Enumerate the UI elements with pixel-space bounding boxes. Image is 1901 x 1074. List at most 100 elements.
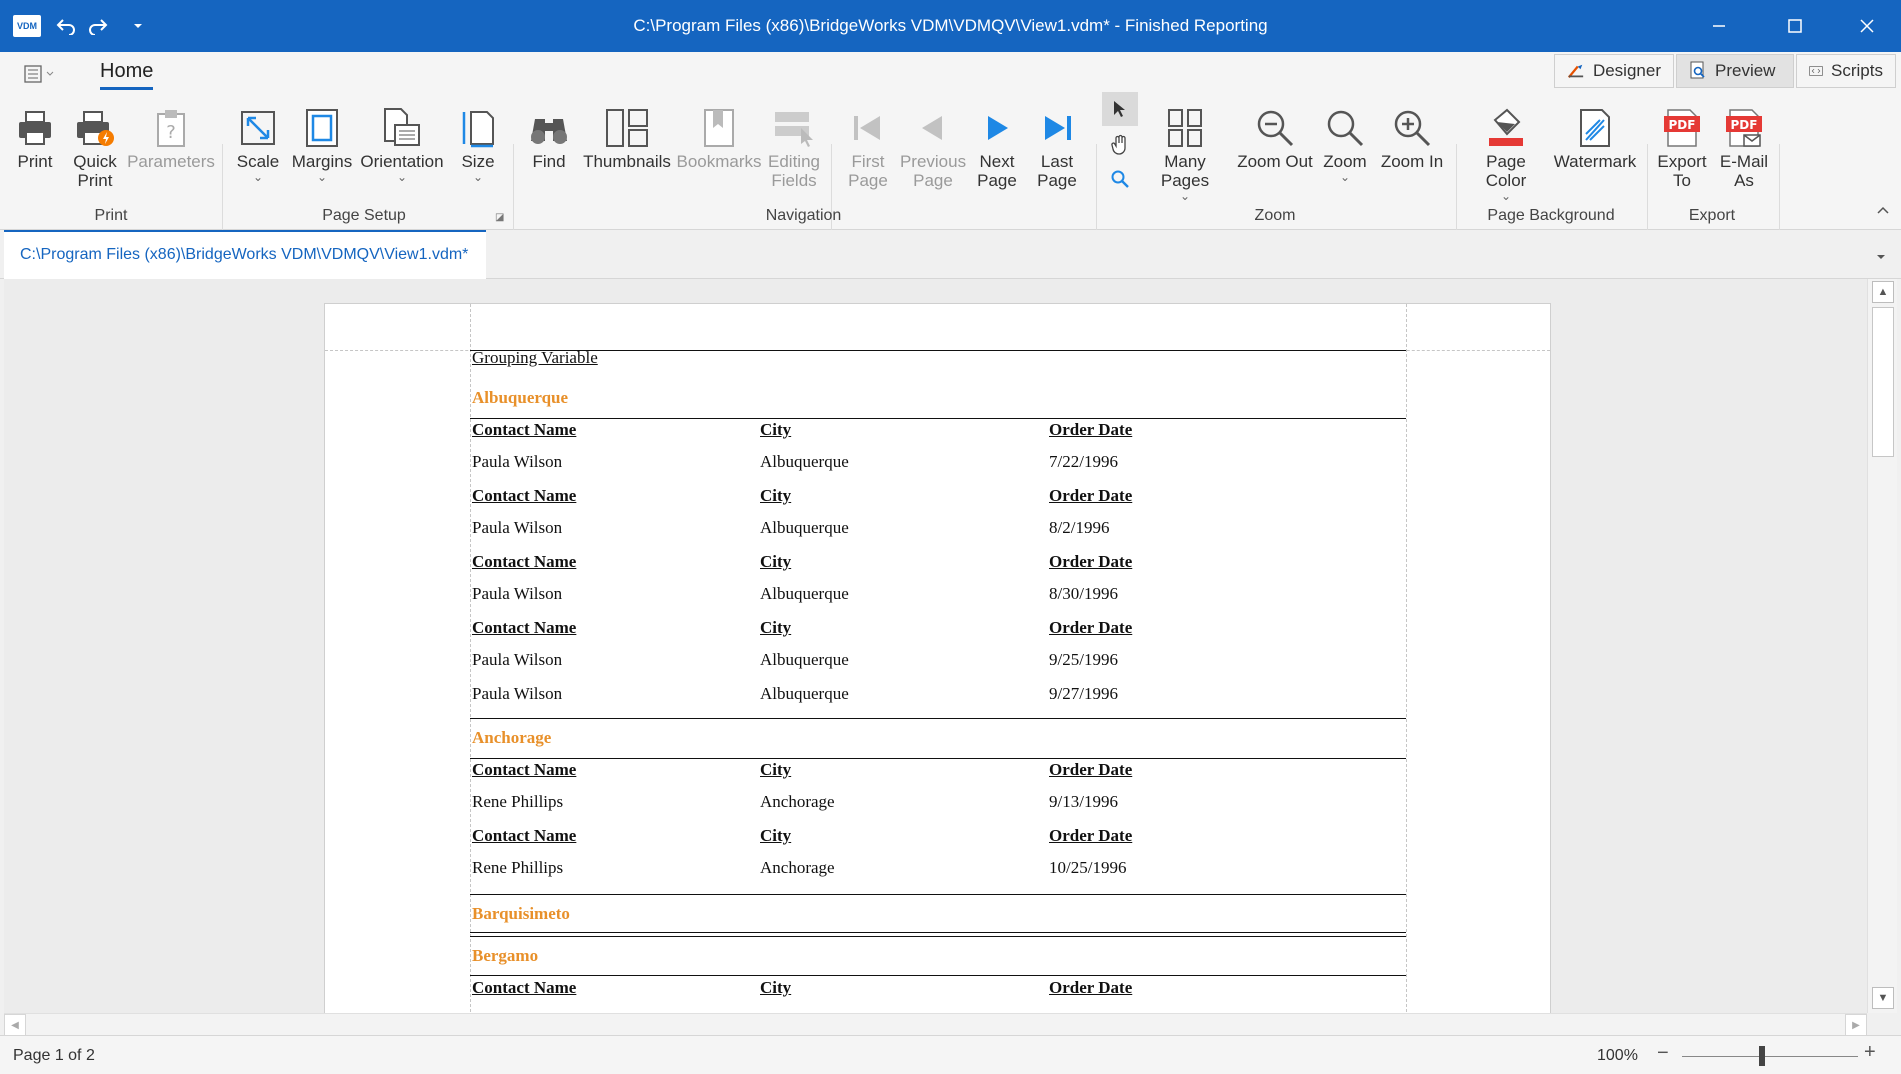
group-heading: Anchorage: [472, 728, 552, 747]
group-label-page-background: Page Background: [1487, 207, 1615, 224]
email-as-button[interactable]: PDF E-Mail As: [1716, 104, 1772, 190]
column-header-contact: Contact Name: [472, 420, 577, 439]
column-header-date: Order Date: [1049, 760, 1133, 779]
zoom-out-button[interactable]: Zoom Out: [1236, 104, 1314, 171]
parameters-button[interactable]: ? Parameters: [127, 104, 215, 171]
select-tool-button[interactable]: [1102, 92, 1138, 126]
svg-text:PDF: PDF: [1731, 118, 1758, 132]
thumbnails-button[interactable]: Thumbnails: [583, 104, 671, 171]
cell-contact: Paula Wilson: [472, 650, 563, 669]
cell-date: 10/25/1996: [1049, 858, 1127, 877]
margin-guide: [470, 304, 471, 1013]
page-setup-dialog-launcher[interactable]: ◪: [495, 212, 504, 223]
cell-city: Albuquerque: [760, 650, 849, 669]
close-button[interactable]: [1834, 0, 1900, 52]
bookmarks-button[interactable]: Bookmarks: [676, 104, 762, 171]
column-header-contact: Contact Name: [472, 760, 577, 779]
scroll-right-button[interactable]: ▶: [1845, 1014, 1867, 1036]
find-button[interactable]: Find: [526, 104, 572, 171]
collapse-ribbon-button[interactable]: [1876, 202, 1890, 220]
page-color-button[interactable]: Page Color ⌄: [1466, 104, 1546, 202]
scripts-button[interactable]: Scripts: [1796, 54, 1896, 88]
scripts-icon: [1809, 66, 1823, 76]
next-page-button[interactable]: Next Page: [974, 104, 1020, 190]
scroll-down-button[interactable]: ▼: [1872, 987, 1894, 1009]
zoom-slider-track[interactable]: [1682, 1056, 1858, 1057]
minimize-icon: [1713, 25, 1725, 27]
column-header-date: Order Date: [1049, 826, 1133, 845]
app-menu-button[interactable]: [22, 62, 58, 86]
zoom-in-button[interactable]: Zoom In: [1378, 104, 1446, 171]
bookmarks-label: Bookmarks: [676, 152, 762, 171]
magnifier-tool-button[interactable]: [1102, 164, 1138, 194]
editing-fields-button[interactable]: Editing Fields: [766, 104, 822, 190]
size-button[interactable]: Size ⌄: [456, 104, 500, 183]
tab-home[interactable]: Home: [100, 60, 154, 90]
column-header-contact: Contact Name: [472, 618, 577, 637]
cell-contact: Paula Wilson: [472, 518, 563, 537]
zoom-icon: [1327, 110, 1364, 147]
grouping-variable-label: Grouping Variable: [472, 348, 598, 367]
first-page-icon: [854, 116, 880, 140]
previous-page-button[interactable]: Previous Page: [900, 104, 966, 190]
quick-print-button[interactable]: Quick Print: [70, 104, 120, 190]
scale-icon: [241, 111, 275, 145]
vertical-scrollbar[interactable]: ▲ ▼: [1867, 279, 1897, 1013]
redo-button[interactable]: [84, 12, 112, 40]
preview-label: Preview: [1715, 61, 1776, 80]
zoom-decrease-button[interactable]: −: [1657, 1042, 1669, 1065]
svg-text:?: ?: [166, 122, 176, 143]
margins-button[interactable]: Margins ⌄: [292, 104, 352, 183]
zoom-level: 100%: [1597, 1047, 1638, 1064]
column-header-city: City: [760, 420, 792, 439]
export-to-label-1: Export: [1657, 152, 1707, 171]
svg-text:PDF: PDF: [1669, 118, 1696, 132]
zoom-increase-button[interactable]: +: [1864, 1041, 1876, 1064]
chevron-down-icon: ⌄: [472, 170, 484, 184]
group-label-zoom: Zoom: [1254, 207, 1296, 224]
first-page-button[interactable]: First Page: [844, 104, 892, 190]
scroll-up-button[interactable]: ▲: [1872, 281, 1894, 303]
horizontal-scrollbar[interactable]: ◀ ▶: [4, 1013, 1867, 1036]
undo-button[interactable]: [52, 12, 80, 40]
export-to-button[interactable]: PDF Export To: [1656, 104, 1708, 190]
scroll-thumb[interactable]: [1872, 307, 1894, 457]
zoom-slider-thumb[interactable]: [1759, 1046, 1765, 1066]
chevron-down-icon: ⌄: [396, 170, 408, 184]
thumbnails-label: Thumbnails: [583, 152, 671, 171]
report-preview[interactable]: Grouping Variable Albuquerque Contact Na…: [4, 279, 1867, 1013]
scroll-left-button[interactable]: ◀: [4, 1014, 26, 1036]
orientation-button[interactable]: Orientation ⌄: [360, 104, 444, 183]
designer-button[interactable]: Designer: [1554, 54, 1674, 88]
pdf-email-icon: PDF: [1726, 109, 1762, 147]
quick-print-label-2: Print: [77, 171, 113, 190]
zoom-button[interactable]: Zoom ⌄: [1322, 104, 1368, 183]
column-header-date: Order Date: [1049, 618, 1133, 637]
divider: [470, 350, 1406, 351]
column-header-contact: Contact Name: [472, 826, 577, 845]
chevron-down-icon: ⌄: [1500, 189, 1512, 203]
scale-button[interactable]: Scale ⌄: [236, 104, 280, 183]
watermark-button[interactable]: Watermark: [1554, 104, 1636, 171]
column-header-date: Order Date: [1049, 552, 1133, 571]
quick-print-icon: [77, 111, 114, 146]
last-page-button[interactable]: Last Page: [1034, 104, 1080, 190]
next-page-icon: [988, 116, 1008, 140]
tab-document-view1[interactable]: C:\Program Files (x86)\BridgeWorks VDM\V…: [4, 230, 486, 279]
zoom-in-icon: [1394, 110, 1431, 147]
quick-access-dropdown[interactable]: [124, 12, 152, 40]
cell-date: 8/2/1996: [1049, 518, 1110, 537]
column-header-city: City: [760, 618, 792, 637]
report-page: Grouping Variable Albuquerque Contact Na…: [324, 303, 1551, 1013]
minimize-button[interactable]: [1686, 0, 1752, 52]
maximize-button[interactable]: [1762, 0, 1828, 52]
tab-list-dropdown[interactable]: [1876, 248, 1886, 266]
print-button[interactable]: Print: [13, 104, 57, 171]
hand-tool-button[interactable]: [1102, 130, 1138, 160]
size-label: Size: [461, 152, 495, 171]
cell-date: 7/22/1996: [1049, 452, 1118, 471]
preview-button[interactable]: Preview: [1676, 54, 1794, 88]
parameters-icon: ?: [157, 110, 185, 147]
app-menu-icon: [24, 65, 54, 83]
many-pages-button[interactable]: Many Pages ⌄: [1142, 104, 1228, 202]
